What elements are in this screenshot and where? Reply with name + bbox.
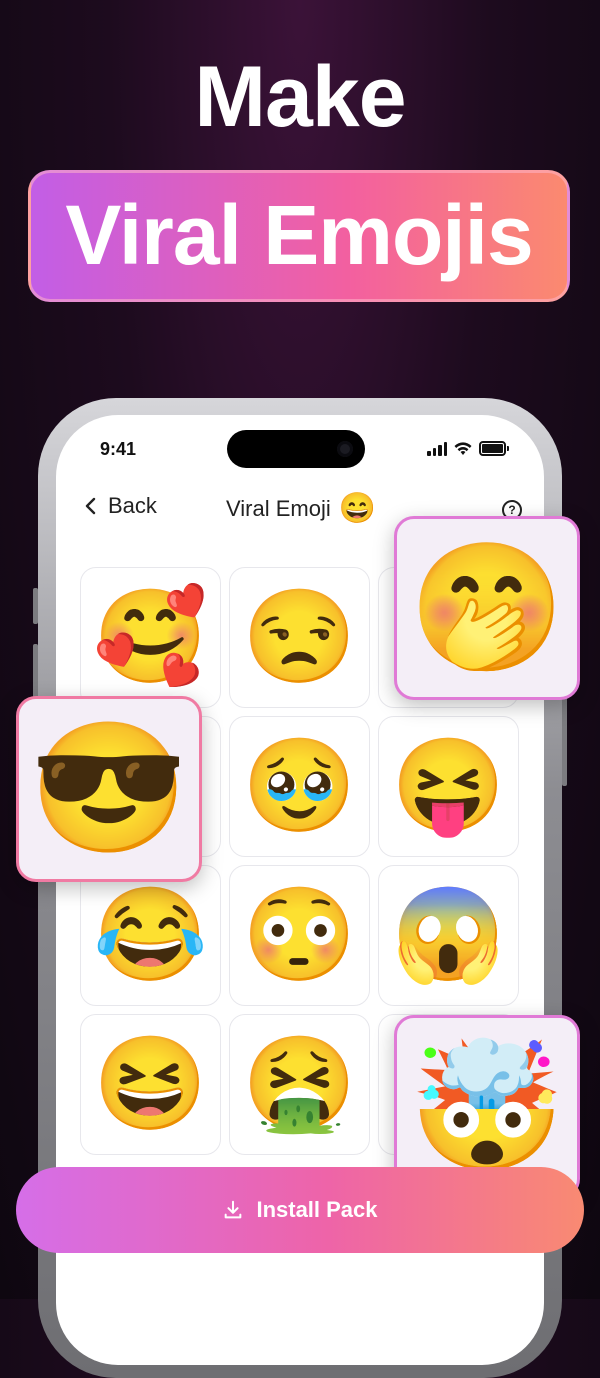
page-title: Viral Emoji 😄 (226, 491, 376, 526)
featured-emoji: 😎 (29, 717, 189, 860)
emoji-cell[interactable]: 😝 (378, 716, 519, 857)
emoji: 😳 (242, 884, 357, 986)
camera-icon (337, 441, 353, 457)
emoji: 😒 (242, 586, 357, 688)
emoji: 🥹 (242, 735, 357, 837)
emoji-cell[interactable]: 😳 (229, 865, 370, 1006)
emoji: 😱 (391, 884, 506, 986)
status-time: 9:41 (100, 439, 137, 459)
emoji-cell[interactable]: 🤮 (229, 1014, 370, 1155)
emoji: 🤮 (242, 1033, 357, 1135)
featured-emoji-card-left[interactable]: 😎 (16, 696, 202, 882)
screen-bottom (56, 1253, 544, 1299)
wifi-icon (454, 441, 472, 455)
emoji: 😆 (93, 1033, 208, 1135)
signal-icon (427, 441, 447, 456)
emoji-cell[interactable]: 🥰 (80, 567, 221, 708)
title-emoji: 😄 (338, 492, 377, 525)
featured-emoji-card-top-right[interactable]: 🤭 (394, 516, 580, 700)
headline-viral-emojis: Viral Emojis (65, 188, 533, 282)
featured-emoji: 🤯 (408, 1036, 566, 1177)
download-icon (225, 1200, 242, 1219)
chevron-left-icon (85, 497, 96, 515)
emoji: 🥰 (93, 586, 208, 688)
phone-power-button (562, 690, 567, 786)
dynamic-island (227, 430, 365, 468)
install-pack-button[interactable]: Install Pack (16, 1167, 584, 1253)
back-label: Back (108, 493, 157, 518)
headline-make: Make (194, 49, 406, 145)
emoji: 😝 (391, 735, 506, 837)
install-pack-label: Install Pack (256, 1197, 378, 1222)
page-title-text: Viral Emoji (226, 495, 331, 521)
battery-icon (479, 441, 509, 456)
emoji-cell[interactable]: 🥹 (229, 716, 370, 857)
back-button[interactable]: Back (84, 493, 157, 519)
emoji-cell[interactable]: 😂 (80, 865, 221, 1006)
emoji-cell[interactable]: 😱 (378, 865, 519, 1006)
headline-pill: Viral Emojis (28, 170, 570, 302)
featured-emoji: 🤭 (408, 537, 566, 678)
emoji-cell[interactable]: 😒 (229, 567, 370, 708)
status-icons (427, 441, 509, 456)
emoji: 😂 (93, 884, 208, 986)
emoji-cell[interactable]: 😆 (80, 1014, 221, 1155)
